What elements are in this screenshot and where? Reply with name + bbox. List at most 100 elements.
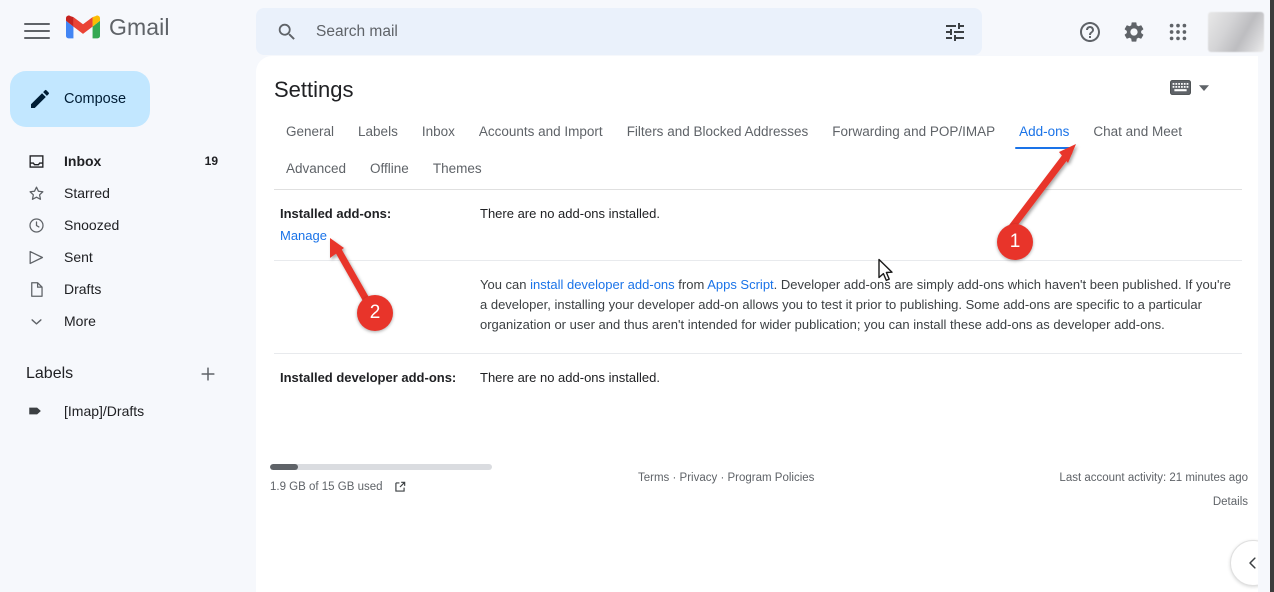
search-bar[interactable] (256, 8, 982, 55)
gmail-brand[interactable]: Gmail (66, 14, 170, 40)
chevron-down-icon (26, 311, 46, 331)
input-tools-button[interactable] (1170, 80, 1210, 95)
sidebar-nav: Inbox 19 Starred Snoozed Sent (0, 145, 240, 337)
google-apps-button[interactable] (1158, 12, 1198, 52)
tab-chat-and-meet[interactable]: Chat and Meet (1081, 114, 1194, 151)
installed-addons-row: Installed add-ons: Manage There are no a… (274, 190, 1242, 261)
sidebar-item-snoozed[interactable]: Snoozed (0, 209, 240, 241)
tab-labels[interactable]: Labels (346, 114, 410, 151)
compose-label: Compose (64, 91, 126, 107)
paragraph-part-2: from (675, 277, 708, 292)
gmail-logo-icon (66, 14, 100, 40)
manage-link[interactable]: Manage (280, 226, 470, 246)
help-circle-icon (1078, 20, 1102, 44)
main-menu-icon[interactable] (24, 17, 52, 45)
keyboard-icon (1170, 80, 1191, 95)
send-icon (26, 247, 46, 267)
search-filter-button[interactable] (936, 13, 974, 51)
tune-filter-icon (943, 20, 967, 44)
activity-details-link[interactable]: Details (1059, 496, 1248, 508)
sidebar-label-imap-drafts[interactable]: [Imap]/Drafts (0, 395, 240, 427)
gear-icon (1122, 20, 1146, 44)
annotation-badge-2: 2 (357, 295, 393, 331)
apps-script-link[interactable]: Apps Script (707, 277, 773, 292)
top-bar: Gmail (0, 0, 1274, 62)
tab-add-ons[interactable]: Add-ons (1007, 114, 1081, 151)
paragraph-part-1: You can (480, 277, 530, 292)
last-activity-text: Last account activity: 21 minutes ago (1059, 472, 1248, 484)
installed-addons-label-cell: Installed add-ons: Manage (274, 190, 480, 260)
chevron-left-icon (1244, 554, 1258, 572)
sidebar-item-label: Sent (64, 249, 240, 265)
label-tag-icon (26, 401, 46, 421)
brand-title: Gmail (109, 14, 170, 40)
footer-separator-1: · (669, 472, 679, 484)
privacy-link[interactable]: Privacy (680, 472, 718, 484)
star-icon (26, 183, 46, 203)
tab-offline[interactable]: Offline (358, 151, 421, 188)
apps-grid-icon (1167, 21, 1189, 43)
annotation-badge-1: 1 (997, 224, 1033, 260)
sidebar-item-label: Drafts (64, 281, 240, 297)
avatar[interactable] (1208, 12, 1264, 52)
tab-forwarding-and-pop-imap[interactable]: Forwarding and POP/IMAP (820, 114, 1007, 151)
installed-developer-addons-value: There are no add-ons installed. (480, 354, 1242, 402)
installed-addons-value: There are no add-ons installed. (480, 190, 1242, 260)
tab-inbox[interactable]: Inbox (410, 114, 467, 151)
settings-button[interactable] (1114, 12, 1154, 52)
settings-footer: 1.9 GB of 15 GB used Terms · Privacy · P… (256, 464, 1258, 514)
caret-down-icon (1198, 82, 1210, 94)
window-right-edge (1270, 0, 1274, 592)
sidebar-item-sent[interactable]: Sent (0, 241, 240, 273)
search-input[interactable] (316, 8, 982, 55)
sidebar-item-label: Snoozed (64, 217, 240, 233)
compose-button[interactable]: Compose (10, 71, 150, 127)
chat-panel-expander[interactable] (1230, 540, 1258, 586)
footer-separator-2: · (717, 472, 727, 484)
tab-general[interactable]: General (274, 114, 346, 151)
inbox-icon (26, 151, 46, 171)
installed-developer-addons-row: Installed developer add-ons: There are n… (274, 354, 1242, 402)
settings-content: Installed add-ons: Manage There are no a… (274, 190, 1242, 402)
pencil-icon (28, 87, 52, 111)
terms-link[interactable]: Terms (638, 472, 669, 484)
storage-widget: 1.9 GB of 15 GB used (270, 464, 492, 494)
settings-panel: Settings General Labels (256, 56, 1258, 592)
sidebar-item-starred[interactable]: Starred (0, 177, 240, 209)
search-icon[interactable] (276, 21, 298, 43)
plus-icon (198, 364, 218, 384)
footer-links: Terms · Privacy · Program Policies (638, 472, 814, 484)
inbox-unread-count: 19 (205, 154, 240, 168)
support-button[interactable] (1070, 12, 1110, 52)
install-developer-addons-link[interactable]: install developer add-ons (530, 277, 675, 292)
storage-text-row: 1.9 GB of 15 GB used (270, 480, 492, 494)
settings-tabs: General Labels Inbox Accounts and Import… (274, 114, 1234, 188)
create-label-button[interactable] (196, 362, 220, 386)
page-title: Settings (274, 77, 354, 103)
sidebar-item-more[interactable]: More (0, 305, 240, 337)
sidebar-item-label: More (64, 313, 240, 329)
labels-title: Labels (26, 365, 196, 383)
storage-bar-fill (270, 464, 298, 470)
sidebar-item-inbox[interactable]: Inbox 19 (0, 145, 240, 177)
sidebar-item-label: Starred (64, 185, 240, 201)
program-policies-link[interactable]: Program Policies (727, 472, 814, 484)
developer-addons-info-row: You can install developer add-ons from A… (274, 261, 1242, 354)
clock-icon (26, 215, 46, 235)
tab-advanced[interactable]: Advanced (274, 151, 358, 188)
storage-bar (270, 464, 492, 470)
open-in-new-icon[interactable] (393, 480, 407, 494)
tab-themes[interactable]: Themes (421, 151, 494, 188)
installed-addons-label: Installed add-ons: (280, 206, 391, 221)
storage-usage-text: 1.9 GB of 15 GB used (270, 481, 383, 493)
header-icon-group (1070, 12, 1264, 52)
sidebar-label-text: [Imap]/Drafts (64, 403, 144, 419)
labels-header: Labels (0, 354, 240, 394)
sidebar-item-label: Inbox (64, 153, 187, 169)
tab-filters-and-blocked-addresses[interactable]: Filters and Blocked Addresses (615, 114, 821, 151)
sidebar-item-drafts[interactable]: Drafts (0, 273, 240, 305)
account-activity: Last account activity: 21 minutes ago De… (1059, 472, 1248, 508)
tab-accounts-and-import[interactable]: Accounts and Import (467, 114, 615, 151)
developer-addons-paragraph: You can install developer add-ons from A… (480, 261, 1242, 353)
installed-developer-addons-label: Installed developer add-ons: (274, 354, 480, 402)
